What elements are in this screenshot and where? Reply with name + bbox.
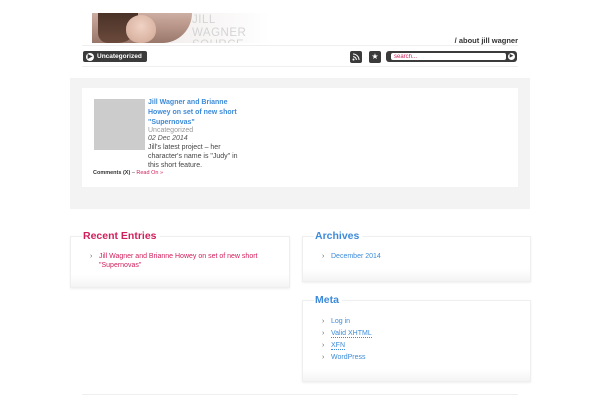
list-item: › Jill Wagner and Brianne Howey on set o…	[90, 252, 270, 270]
recent-entries-list: › Jill Wagner and Brianne Howey on set o…	[90, 252, 270, 273]
read-on-link[interactable]: Read On »	[136, 170, 163, 176]
about-link[interactable]: / about jill wagner	[455, 36, 518, 45]
header-banner[interactable]: JILL WAGNER SOURCE	[92, 13, 270, 43]
search-form: ▶	[386, 51, 517, 62]
site-title[interactable]: JILL WAGNER SOURCE	[192, 14, 270, 43]
list-item: › Valid XHTML	[322, 329, 502, 338]
arrow-right-icon: ▶	[86, 52, 94, 61]
header-divider	[82, 45, 518, 46]
post-thumbnail[interactable]	[94, 99, 145, 150]
chevron-right-icon: ›	[322, 354, 325, 361]
comments-link[interactable]: Comments (X)	[93, 170, 130, 176]
rss-icon	[352, 52, 360, 61]
chevron-right-icon: ›	[322, 253, 325, 260]
post-excerpt: Jill's latest project – her character's …	[148, 144, 238, 169]
post-date: 02 Dec 2014	[148, 135, 188, 142]
chevron-right-icon: ›	[322, 342, 325, 349]
recent-entries-title: Recent Entries	[82, 230, 160, 242]
category-button-label: Uncategorized	[97, 53, 142, 60]
chevron-right-icon: ›	[322, 318, 325, 325]
xfn-label: XFN	[331, 342, 345, 350]
star-icon: ★	[371, 52, 379, 61]
footer-divider	[82, 394, 518, 395]
valid-xhtml-label: Valid XHTML	[331, 330, 372, 338]
post-meta: Comments (X) – Read On »	[93, 170, 163, 176]
search-input[interactable]	[391, 53, 506, 60]
archive-link[interactable]: December 2014	[331, 253, 381, 260]
valid-xhtml-link[interactable]: Valid XHTML	[331, 330, 372, 338]
meta-title: Meta	[314, 294, 342, 306]
list-item: › December 2014	[322, 252, 502, 261]
banner-face-shape	[126, 15, 156, 43]
meta-list: › Log in › Valid XHTML › XFN › WordPress	[322, 317, 502, 365]
archives-list: › December 2014	[322, 252, 502, 264]
category-button[interactable]: ▶ Uncategorized	[83, 51, 147, 62]
list-item: › Log in	[322, 317, 502, 326]
login-link[interactable]: Log in	[331, 318, 350, 325]
xfn-link[interactable]: XFN	[331, 342, 345, 350]
archives-title: Archives	[314, 230, 363, 242]
wordpress-link[interactable]: WordPress	[331, 354, 366, 361]
meta-separator: –	[131, 170, 135, 176]
recent-entry-link[interactable]: Jill Wagner and Brianne Howey on set of …	[99, 253, 258, 269]
rss-button[interactable]	[350, 51, 362, 63]
list-item: › WordPress	[322, 353, 502, 362]
favorite-button[interactable]: ★	[369, 51, 381, 63]
list-item: › XFN	[322, 341, 502, 350]
search-submit-icon[interactable]: ▶	[508, 53, 515, 60]
post-category-link[interactable]: Uncategorized	[148, 126, 193, 135]
post-title-link[interactable]: Jill Wagner and Brianne Howey on set of …	[148, 98, 238, 128]
nav-divider	[82, 66, 518, 67]
chevron-right-icon: ›	[90, 253, 93, 260]
chevron-right-icon: ›	[322, 330, 325, 337]
